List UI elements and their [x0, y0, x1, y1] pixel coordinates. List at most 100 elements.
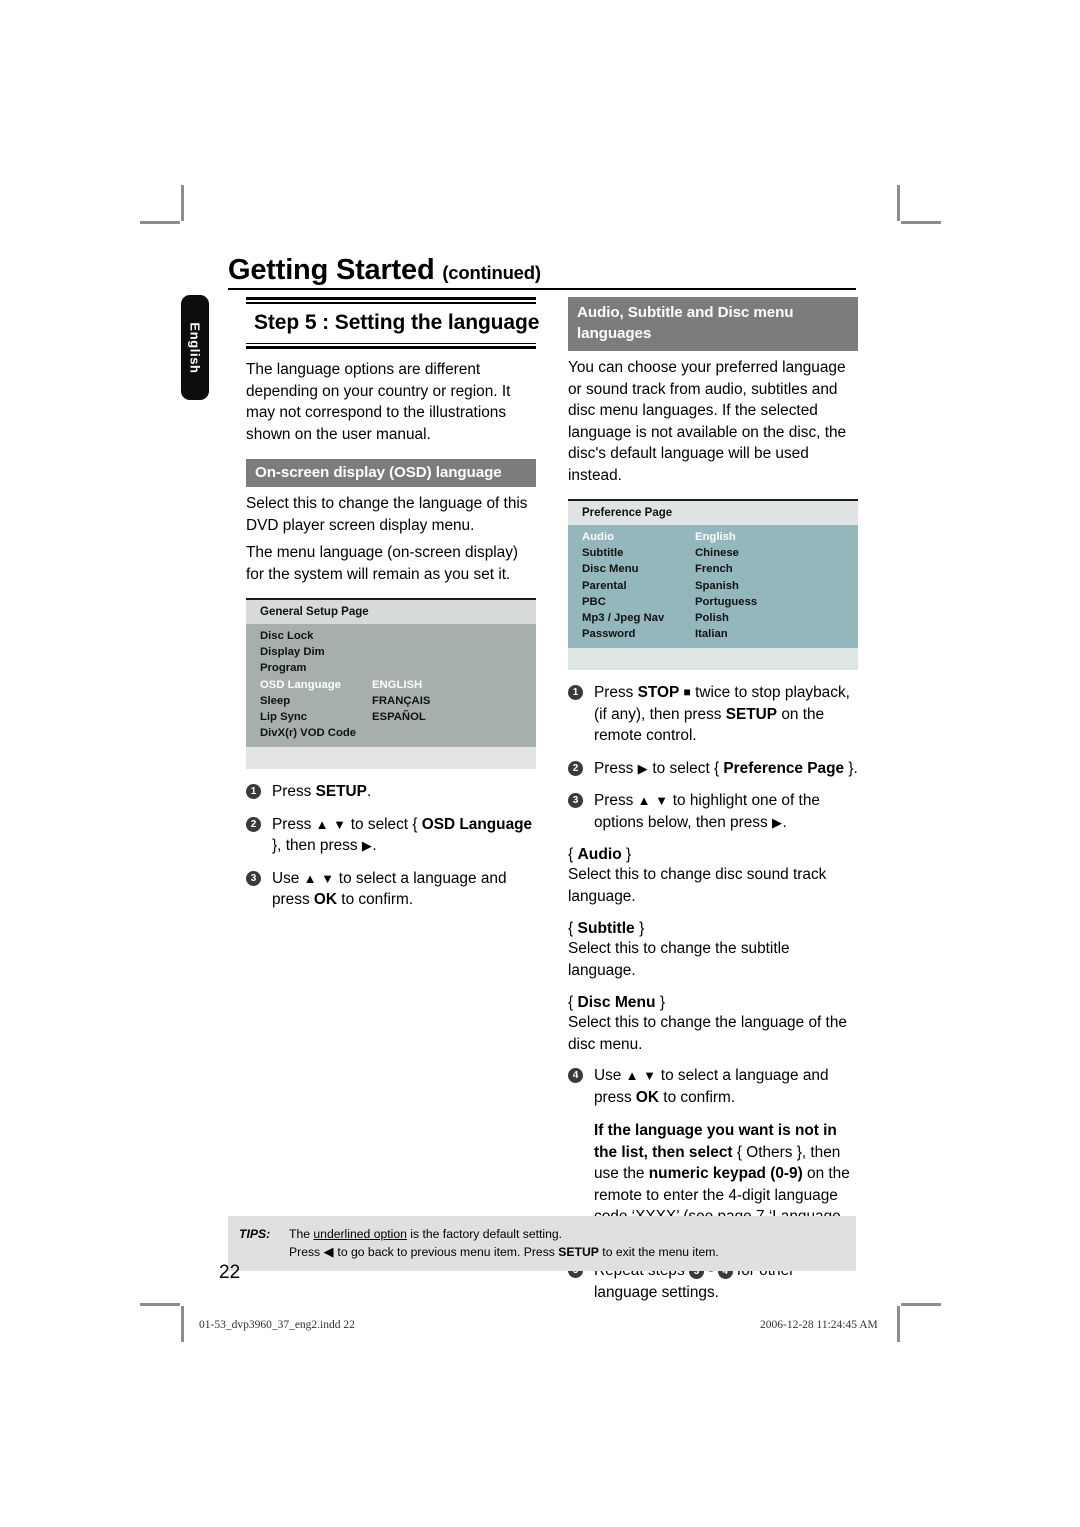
instruction-step: 2 Press ▲ ▼ to select { OSD Language }, t…: [246, 814, 536, 857]
language-side-tab-label: English: [187, 321, 203, 374]
preference-page-footer-strip: [568, 648, 858, 671]
menu-row[interactable]: Subtitle Chinese: [568, 545, 858, 561]
crop-mark-bottom-right-horizontal: [901, 1303, 941, 1306]
menu-row[interactable]: OSD Language ENGLISH: [246, 677, 536, 693]
menu-row-value: Portuguess: [695, 595, 758, 608]
menu-row-label: Password: [582, 628, 636, 641]
menu-row-label: OSD Language: [260, 678, 341, 691]
general-setup-rows: Disc Lock Display Dim Program OSD Language E…: [246, 624, 536, 748]
menu-row[interactable]: Audio English: [568, 529, 858, 545]
menu-row-label: Parental: [582, 579, 627, 592]
step-number-badge: 3: [246, 870, 261, 886]
language-side-tab: English: [181, 295, 209, 400]
menu-row[interactable]: Display Dim: [246, 644, 536, 660]
step-heading: Step 5 : Setting the language: [254, 310, 540, 334]
menu-row[interactable]: Program: [246, 660, 536, 676]
step-heading-rule-bottom-thick: [246, 346, 536, 349]
left-intro-text: The language options are different depen…: [246, 361, 511, 443]
osd-text-first: Select this to change the language of th…: [246, 495, 528, 534]
step-text: Press ▲ ▼ to highlight one of the option…: [594, 792, 820, 831]
print-footer-filename: 01-53_dvp3960_37_eng2.indd 22: [199, 1319, 355, 1331]
page-number: 22: [219, 1262, 241, 1283]
step-number-badge: 2: [246, 816, 261, 832]
page-title: Getting Started (continued): [228, 254, 541, 287]
title-divider: [228, 288, 856, 290]
menu-row-value: Chinese: [695, 547, 739, 560]
step-text: Press ▲ ▼ to select { OSD Language }, th…: [272, 815, 533, 855]
step-text: Use ▲ ▼ to select a language and press O…: [272, 869, 507, 909]
instruction-step: 4 Use ▲ ▼ to select a language and press …: [568, 1065, 858, 1108]
preference-page-screenshot: Preference Page Audio English Subtitle Chin…: [568, 499, 858, 671]
option-description: Select this to change the language of th…: [568, 1014, 847, 1053]
menu-row[interactable]: Password Italian: [568, 626, 858, 642]
option-description: Select this to change disc sound track l…: [568, 866, 827, 905]
menu-row-value: Italian: [695, 628, 728, 641]
tips-row-first: TIPS: The underlined option is the facto…: [228, 1225, 856, 1243]
menu-row[interactable]: Parental Spanish: [568, 578, 858, 594]
instruction-step: 1 Press STOP ■ twice to stop playback, (i…: [568, 682, 858, 747]
menu-row-value: Polish: [695, 612, 729, 625]
tips-text-first: The underlined option is the factory def…: [289, 1227, 563, 1241]
crop-mark-top-left-horizontal: [140, 221, 180, 224]
menu-row-value: Spanish: [695, 579, 739, 592]
menu-row-label: Disc Lock: [260, 630, 314, 642]
general-setup-screenshot: General Setup Page Disc Lock Display Dim P…: [246, 598, 536, 770]
page-title-main: Getting Started: [228, 254, 435, 286]
print-footer-timestamp: 2006-12-28 11:24:45 AM: [760, 1319, 878, 1331]
general-setup-footer-strip: [246, 747, 536, 770]
menu-row-label: Lip Sync: [260, 711, 308, 724]
step-text: Press SETUP.: [272, 783, 372, 801]
step-number-badge: 3: [568, 793, 583, 809]
menu-row-label: Program: [260, 662, 307, 675]
option-title: { Disc Menu }: [568, 994, 666, 1012]
menu-row[interactable]: Mp3 / Jpeg Nav Polish: [568, 610, 858, 626]
preference-page-title: Preference Page: [568, 501, 858, 525]
menu-row-label: DivX(r) VOD Code: [260, 727, 357, 740]
option-description: Select this to change the subtitle langu…: [568, 940, 790, 979]
menu-row-value: English: [695, 531, 736, 543]
menu-row[interactable]: PBC Portuguess: [568, 594, 858, 610]
step-text: Press STOP ■ twice to stop playback, (if…: [594, 684, 850, 745]
menu-row-value: FRANÇAIS: [372, 694, 431, 707]
instruction-step: 3 Use ▲ ▼ to select a language and press …: [246, 868, 536, 911]
menu-row-value: ESPAÑOL: [372, 711, 426, 724]
option-title: { Subtitle }: [568, 920, 645, 938]
page-title-suffix: (continued): [442, 262, 541, 283]
menu-row[interactable]: Sleep FRANÇAIS: [246, 693, 536, 709]
step-number-badge: 1: [246, 784, 261, 800]
crop-mark-top-right-vertical: [897, 185, 900, 221]
step-number-badge: 1: [568, 685, 583, 701]
step-number-badge: 4: [568, 1068, 583, 1084]
tips-label-spacer: [239, 1243, 289, 1261]
tips-text-second: Press ◀ to go back to previous menu item…: [289, 1244, 719, 1259]
tips-box: TIPS: The underlined option is the facto…: [228, 1216, 856, 1271]
menu-row[interactable]: Disc Menu French: [568, 561, 858, 577]
tips-row-second: Press ◀ to go back to previous menu item…: [228, 1243, 856, 1261]
crop-mark-bottom-left-horizontal: [140, 1303, 180, 1306]
menu-row-value: ENGLISH: [372, 678, 423, 691]
left-steps-list: 1 Press SETUP. 2 Press ▲ ▼ to select { OSD …: [246, 781, 536, 911]
step-text: Use ▲ ▼ to select a language and press O…: [594, 1067, 829, 1106]
left-column: Step 5 : Setting the language The langua…: [246, 297, 540, 922]
menu-row[interactable]: Disc Lock: [246, 628, 536, 644]
right-intro-text: You can choose your preferred language o…: [568, 359, 847, 484]
menu-row-label: Disc Menu: [582, 563, 639, 576]
menu-row[interactable]: DivX(r) VOD Code: [246, 725, 536, 741]
step-text: Press ▶ to select { Preference Page }.: [594, 759, 858, 777]
instruction-step: 3 Press ▲ ▼ to highlight one of the optio…: [568, 790, 858, 833]
menu-row-value: [372, 628, 536, 644]
instruction-step: 1 Press SETUP.: [246, 781, 536, 803]
preference-page-rows: Audio English Subtitle Chinese Disc Menu Fren…: [568, 525, 858, 649]
option-title: { Audio }: [568, 846, 632, 864]
menu-row-value: [372, 660, 536, 676]
menu-row-label: Sleep: [260, 694, 291, 707]
general-setup-title: General Setup Page: [246, 600, 536, 624]
osd-text-second: The menu language (on-screen display) fo…: [246, 544, 519, 583]
right-steps-top-list: 1 Press STOP ■ twice to stop playback, (i…: [568, 682, 858, 833]
menu-row-label: PBC: [582, 595, 606, 608]
tips-label: TIPS:: [239, 1227, 271, 1241]
step-number-badge: 2: [568, 760, 583, 776]
menu-row[interactable]: Lip Sync ESPAÑOL: [246, 709, 536, 725]
menu-row-label: Audio: [582, 531, 614, 543]
instruction-step: 2 Press ▶ to select { Preference Page }.: [568, 758, 858, 780]
